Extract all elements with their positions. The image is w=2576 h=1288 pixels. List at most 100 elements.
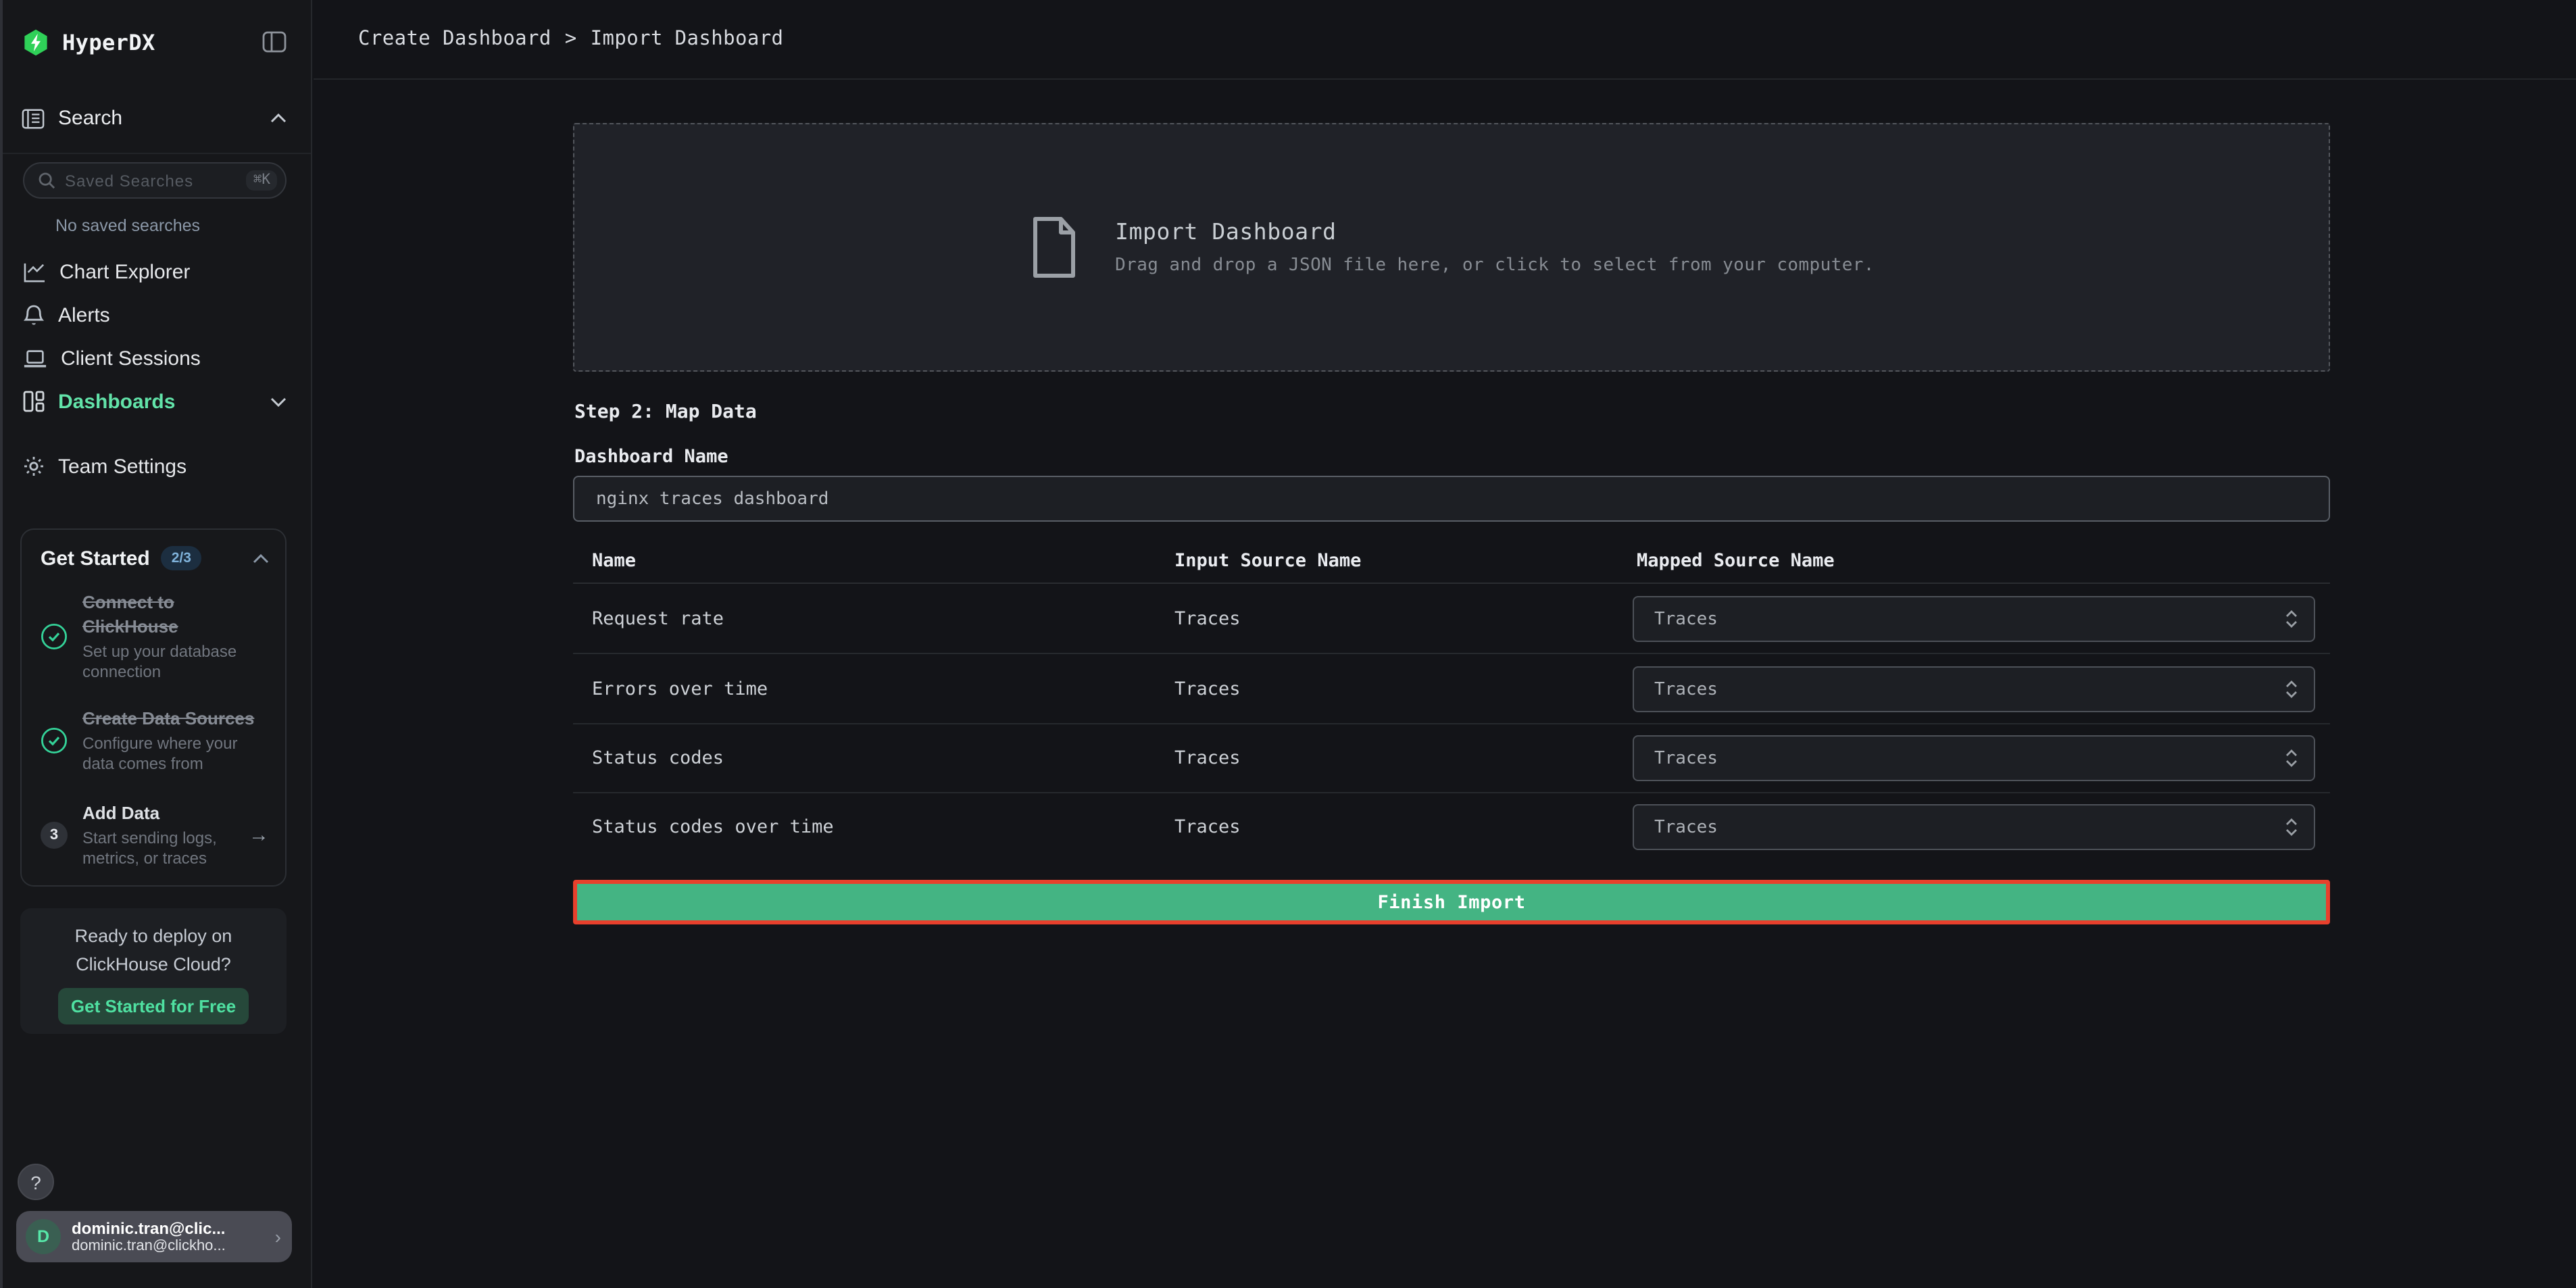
finish-import-button[interactable]: Finish Import [573,880,2330,924]
nav-gap [0,423,311,445]
selected-value: Traces [1654,817,1718,837]
input-source-name: Traces [1174,747,1241,769]
table-row: Status codes over time Traces Traces [573,792,2330,862]
sidebar-item-chart-explorer[interactable]: Chart Explorer [0,250,311,293]
promo-text-line1: Ready to deploy on [20,922,287,950]
dropzone-title: Import Dashboard [1115,219,1875,245]
chart-icon [23,262,46,282]
saved-searches-input[interactable]: Saved Searches ⌘K [23,162,287,199]
file-icon [1029,215,1080,280]
main-header: Create Dashboard>Import Dashboard [314,0,2576,80]
help-button[interactable]: ? [18,1164,54,1200]
chevron-down-icon[interactable] [270,397,287,406]
app-window: HyperDX Search [0,0,2576,1288]
clickhouse-cloud-promo: Ready to deploy on ClickHouse Cloud? Get… [20,908,287,1034]
user-email: dominic.tran@clickho... [72,1237,226,1255]
sidebar-nav: Chart Explorer Alerts Client Sessions [0,250,311,488]
search-icon [38,172,55,189]
avatar: D [26,1219,61,1254]
gear-icon [23,455,45,477]
table-row: Request rate Traces Traces [573,584,2330,654]
input-source-name: Traces [1174,608,1241,630]
sidebar-item-dashboards[interactable]: Dashboards [0,380,311,423]
get-started-step-sources[interactable]: Create Data Sources Configure where your… [22,707,285,774]
column-header-name: Name [592,550,636,572]
sidebar-item-client-sessions[interactable]: Client Sessions [0,337,311,380]
breadcrumb: Create Dashboard>Import Dashboard [358,28,783,50]
nav-label: Team Settings [58,455,187,478]
breadcrumb-import-dashboard: Import Dashboard [591,28,784,50]
mapped-source-select[interactable]: Traces [1633,666,2315,712]
get-started-free-button[interactable]: Get Started for Free [58,988,249,1024]
sidebar-collapse-icon[interactable] [262,31,287,53]
select-chevrons-icon [2285,610,2298,628]
input-source-name: Traces [1174,678,1241,700]
select-chevrons-icon [2285,680,2298,699]
bell-icon [23,303,45,326]
step-title: Create Data Sources [82,708,254,728]
progress-badge: 2/3 [161,546,202,570]
get-started-step-add-data[interactable]: 3 Add Data Start sending logs, metrics, … [22,801,285,869]
column-header-input-source: Input Source Name [1174,550,1361,572]
nav-label: Client Sessions [61,347,201,370]
select-chevrons-icon [2285,818,2298,837]
nav-label: Alerts [58,303,110,326]
get-started-card: Get Started 2/3 Connect to ClickHouse Se… [20,528,287,887]
dashboards-icon [23,391,45,412]
selected-value: Traces [1654,748,1718,768]
dropzone-subtitle: Drag and drop a JSON file here, or click… [1115,255,1875,276]
dashboard-name-input[interactable] [573,476,2330,522]
tile-name: Request rate [592,608,724,630]
promo-text-line2: ClickHouse Cloud? [20,950,287,979]
step-description: Configure where your data comes from [82,734,269,774]
logo-row: HyperDX [0,0,311,84]
arrow-right-icon[interactable]: → [249,824,269,847]
laptop-icon [23,348,47,368]
selected-value: Traces [1654,609,1718,629]
app-title: HyperDX [62,29,155,55]
chevron-up-icon[interactable] [253,553,269,563]
hyperdx-logo-icon [22,28,50,56]
table-row: Status codes Traces Traces [573,723,2330,793]
step-description: Set up your database connection [82,642,269,683]
sidebar-item-team-settings[interactable]: Team Settings [0,445,311,488]
main-area: Create Dashboard>Import Dashboard Import… [314,0,2576,1288]
step-number-badge: 3 [41,822,68,849]
tile-name: Status codes [592,747,724,769]
user-name: dominic.tran@clic... [72,1218,226,1237]
sidebar-section-search[interactable]: Search [0,84,311,154]
column-header-mapped-source: Mapped Source Name [1637,550,1835,572]
journal-icon [22,107,45,129]
sidebar: HyperDX Search [0,0,312,1288]
check-circle-icon [41,623,68,650]
shortcut-badge: ⌘K [247,171,277,191]
search-placeholder: Saved Searches [65,171,193,190]
selected-value: Traces [1654,679,1718,699]
step-title: Add Data [82,803,159,823]
search-section-label: Search [58,107,122,130]
mapped-source-select[interactable]: Traces [1633,596,2315,642]
sidebar-item-alerts[interactable]: Alerts [0,293,311,337]
nav-label: Chart Explorer [59,260,190,283]
file-dropzone[interactable]: Import Dashboard Drag and drop a JSON fi… [573,123,2330,372]
step-2-label: Step 2: Map Data [574,401,757,423]
step-title: Connect to ClickHouse [82,592,178,637]
mapped-source-select[interactable]: Traces [1633,735,2315,781]
dashboard-name-label: Dashboard Name [574,446,728,468]
breadcrumb-create-dashboard[interactable]: Create Dashboard [358,28,551,50]
get-started-title: Get Started [41,547,150,570]
table-row: Errors over time Traces Traces [573,654,2330,724]
mapped-source-select[interactable]: Traces [1633,804,2315,850]
user-menu[interactable]: D dominic.tran@clic... dominic.tran@clic… [16,1211,292,1262]
window-left-edge [0,0,3,1288]
no-saved-searches-text: No saved searches [55,216,311,235]
select-chevrons-icon [2285,749,2298,768]
get-started-step-connect[interactable]: Connect to ClickHouse Set up your databa… [22,591,285,683]
nav-label: Dashboards [58,390,175,413]
step-description: Start sending logs, metrics, or traces [82,828,242,869]
input-source-name: Traces [1174,816,1241,838]
table-header: Name Input Source Name Mapped Source Nam… [573,546,2330,584]
chevron-up-icon[interactable] [270,114,287,123]
chevron-right-icon: › [275,1226,281,1247]
finish-import-label: Finish Import [1377,891,1525,913]
